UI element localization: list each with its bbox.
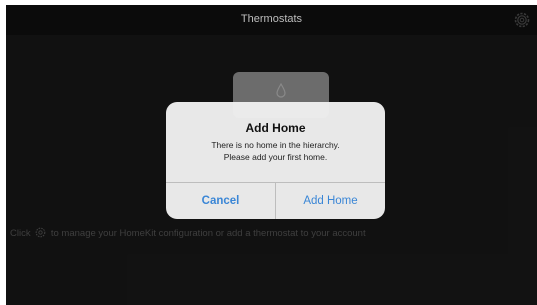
alert-title: Add Home — [245, 121, 306, 135]
add-home-alert: Add Home There is no home in the hierarc… — [166, 102, 385, 219]
settings-gear-icon[interactable] — [513, 11, 531, 29]
gear-icon — [35, 227, 46, 241]
alert-message-line-1: There is no home in the hierarchy. — [211, 140, 340, 150]
page-title: Thermostats — [240, 13, 303, 25]
hint-text: Click to manage your HomeKit configurati… — [10, 227, 366, 241]
drop-icon — [276, 82, 286, 98]
hint-prefix: Click — [10, 228, 31, 239]
app-screen: Thermostats Click to manage your HomeKit… — [6, 5, 537, 305]
hint-suffix: to manage your HomeKit configuration or … — [50, 228, 366, 239]
cancel-button[interactable]: Cancel — [166, 183, 275, 219]
add-home-button[interactable]: Add Home — [276, 183, 385, 219]
alert-message-line-2: Please add your first home. — [223, 152, 328, 162]
alert-message: There is no home in the hierarchy. Pleas… — [166, 139, 385, 163]
navigation-bar: Thermostats — [6, 5, 537, 35]
